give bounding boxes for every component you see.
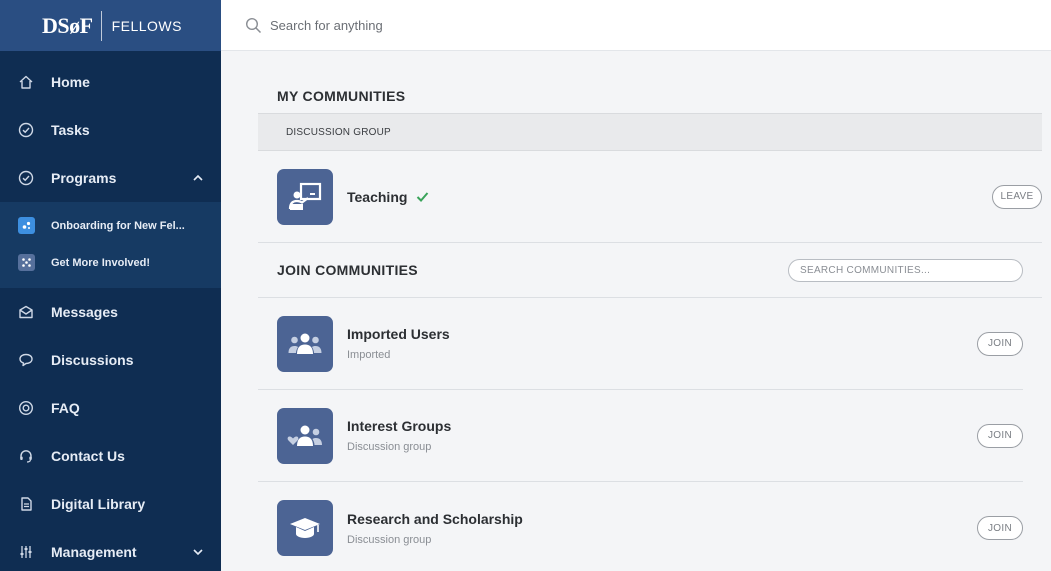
join-button[interactable]: JOIN — [977, 331, 1023, 356]
sidebar-item-home[interactable]: Home — [0, 58, 221, 106]
community-row-research-and-scholarship[interactable]: Research and Scholarship Discussion grou… — [258, 482, 1023, 571]
community-name[interactable]: Imported Users — [347, 326, 450, 342]
sidebar-item-label: Tasks — [51, 122, 90, 138]
checkmark-icon — [416, 190, 429, 203]
network-icon — [18, 254, 35, 271]
sidebar-item-label: Home — [51, 74, 90, 90]
program-onboarding[interactable]: Onboarding for New Fel... — [0, 207, 221, 244]
communities-main: MY COMMUNITIES DISCUSSION GROUP Teaching… — [258, 51, 1042, 571]
sidebar-item-contact-us[interactable]: Contact Us — [0, 432, 221, 480]
join-button[interactable]: JOIN — [977, 423, 1023, 448]
sidebar-item-label: FAQ — [51, 400, 80, 416]
community-subtitle: Discussion group — [347, 441, 432, 453]
community-name[interactable]: Interest Groups — [347, 418, 451, 434]
program-label: Onboarding for New Fel... — [51, 219, 185, 232]
users-icon — [277, 315, 333, 372]
join-communities-list: Imported Users Imported JOIN Interest Gr… — [258, 298, 1042, 571]
brand-divider — [100, 10, 102, 41]
graduation-cap-icon — [277, 500, 333, 556]
community-row-teaching[interactable]: Teaching LEAVE — [258, 151, 1042, 243]
chevron-down-icon[interactable] — [190, 544, 206, 560]
sidebar-item-label: Discussions — [51, 352, 134, 368]
sidebar-item-digital-library[interactable]: Digital Library — [0, 480, 221, 528]
sidebar-item-label: Contact Us — [51, 448, 125, 464]
check-circle-icon — [18, 170, 34, 186]
document-icon — [18, 496, 34, 512]
discussion-group-header: DISCUSSION GROUP — [258, 113, 1042, 151]
join-button[interactable]: JOIN — [977, 516, 1023, 540]
community-name-text: Teaching — [347, 188, 408, 205]
chevron-up-icon[interactable] — [190, 170, 206, 186]
join-communities-header: JOIN COMMUNITIES — [258, 243, 1042, 298]
community-row-imported-users[interactable]: Imported Users Imported JOIN — [258, 298, 1023, 390]
brand-logo: DSøF — [42, 12, 93, 38]
programs-submenu: Onboarding for New Fel... Get More Invol… — [0, 202, 221, 288]
teaching-icon — [277, 168, 333, 225]
join-communities-title: JOIN COMMUNITIES — [277, 262, 418, 278]
community-subtitle: Imported — [347, 349, 391, 361]
my-communities-title: MY COMMUNITIES — [277, 87, 406, 104]
onboarding-icon — [18, 217, 35, 234]
community-name[interactable]: Teaching — [347, 189, 429, 205]
sidebar-item-label: Digital Library — [51, 496, 146, 512]
sidebar-item-programs[interactable]: Programs — [0, 154, 221, 202]
sidebar-item-faq[interactable]: FAQ — [0, 384, 221, 432]
headset-icon — [18, 448, 34, 464]
sidebar-item-label: Management — [51, 544, 137, 560]
community-row-interest-groups[interactable]: Interest Groups Discussion group JOIN — [258, 390, 1023, 482]
sidebar-item-management[interactable]: Management — [0, 528, 221, 571]
sliders-icon — [18, 544, 34, 560]
chat-bubbles-icon — [18, 352, 34, 368]
top-bar — [221, 0, 1051, 51]
home-icon — [18, 74, 34, 90]
community-name[interactable]: Research and Scholarship — [347, 511, 523, 527]
check-circle-icon — [18, 122, 34, 138]
community-search-input[interactable] — [788, 258, 1023, 282]
sidebar-item-label: Messages — [51, 304, 118, 320]
leave-button[interactable]: LEAVE — [992, 184, 1042, 209]
interest-group-icon — [277, 407, 333, 464]
sidebar-item-discussions[interactable]: Discussions — [0, 336, 221, 384]
community-subtitle: Discussion group — [347, 533, 432, 546]
program-label: Get More Involved! — [51, 256, 151, 269]
sidebar-item-tasks[interactable]: Tasks — [0, 106, 221, 154]
sidebar-item-label: Programs — [51, 170, 117, 186]
sidebar: DSøF FELLOWS Home Tasks Programs Onboard… — [0, 0, 221, 571]
envelope-icon — [18, 304, 34, 320]
lifebuoy-icon — [18, 400, 34, 416]
global-search-input[interactable] — [270, 17, 770, 33]
sidebar-item-messages[interactable]: Messages — [0, 288, 221, 336]
program-get-more-involved[interactable]: Get More Involved! — [0, 244, 221, 281]
search-icon — [245, 17, 262, 34]
brand-subtitle: FELLOWS — [111, 17, 182, 34]
brand-header[interactable]: DSøF FELLOWS — [0, 0, 221, 51]
